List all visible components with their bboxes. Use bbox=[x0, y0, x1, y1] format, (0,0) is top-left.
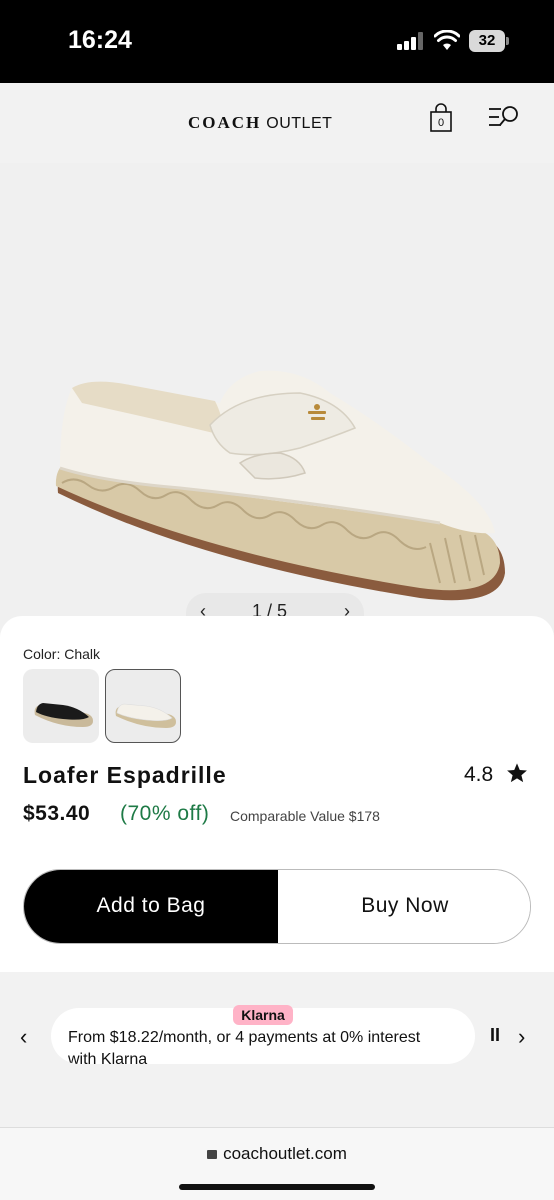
chalk-shoe-thumbnail bbox=[115, 703, 176, 728]
battery-level: 32 bbox=[469, 30, 505, 52]
chevron-left-icon[interactable]: ‹ bbox=[20, 1024, 27, 1050]
purchase-buttons: Add to Bag Buy Now bbox=[23, 869, 531, 944]
brand-secondary: OUTLET bbox=[266, 115, 333, 132]
product-details-card: Color: Chalk Loafer Espadrille 4.8 $53.4… bbox=[0, 616, 554, 972]
battery-icon: 32 bbox=[469, 30, 509, 52]
status-bar: 16:24 32 bbox=[0, 0, 554, 83]
product-title: Loafer Espadrille bbox=[23, 762, 227, 788]
shopping-bag-icon[interactable]: 0 bbox=[429, 103, 453, 133]
swatch-black[interactable] bbox=[23, 669, 99, 743]
pause-icon[interactable]: II bbox=[490, 1025, 500, 1046]
black-shoe-thumbnail bbox=[34, 703, 93, 727]
chevron-right-icon[interactable]: › bbox=[518, 1024, 525, 1050]
brand-logo[interactable]: COACH OUTLET bbox=[188, 113, 332, 133]
lock-icon bbox=[207, 1150, 218, 1159]
home-indicator[interactable] bbox=[179, 1184, 375, 1190]
rating-value: 4.8 bbox=[464, 763, 494, 786]
wifi-icon bbox=[434, 30, 460, 50]
menu-search-icon[interactable] bbox=[487, 105, 521, 129]
site-header: COACH OUTLET 0 bbox=[0, 83, 554, 163]
klarna-badge: Klarna bbox=[233, 1005, 293, 1025]
discount-percent: (70% off) bbox=[120, 802, 210, 825]
signal-icon bbox=[397, 32, 425, 50]
product-image bbox=[55, 370, 506, 601]
url-display[interactable]: coachoutlet.com bbox=[0, 1144, 554, 1164]
sale-price: $53.40 bbox=[23, 802, 91, 825]
brand-primary: COACH bbox=[188, 113, 262, 132]
url-text: coachoutlet.com bbox=[223, 1144, 347, 1163]
swatch-chalk[interactable] bbox=[105, 669, 181, 743]
bag-count: 0 bbox=[438, 117, 444, 129]
buy-now-button[interactable]: Buy Now bbox=[278, 870, 530, 943]
add-to-bag-button[interactable]: Add to Bag bbox=[24, 870, 278, 943]
status-time: 16:24 bbox=[68, 26, 132, 54]
klarna-text: From $18.22/month, or 4 payments at 0% i… bbox=[68, 1029, 421, 1064]
star-icon bbox=[507, 763, 527, 783]
product-image-gallery[interactable]: ‹ 1 / 5 › bbox=[0, 163, 554, 633]
color-label: Color: Chalk bbox=[23, 646, 101, 662]
comparable-value: Comparable Value $178 bbox=[230, 808, 380, 824]
